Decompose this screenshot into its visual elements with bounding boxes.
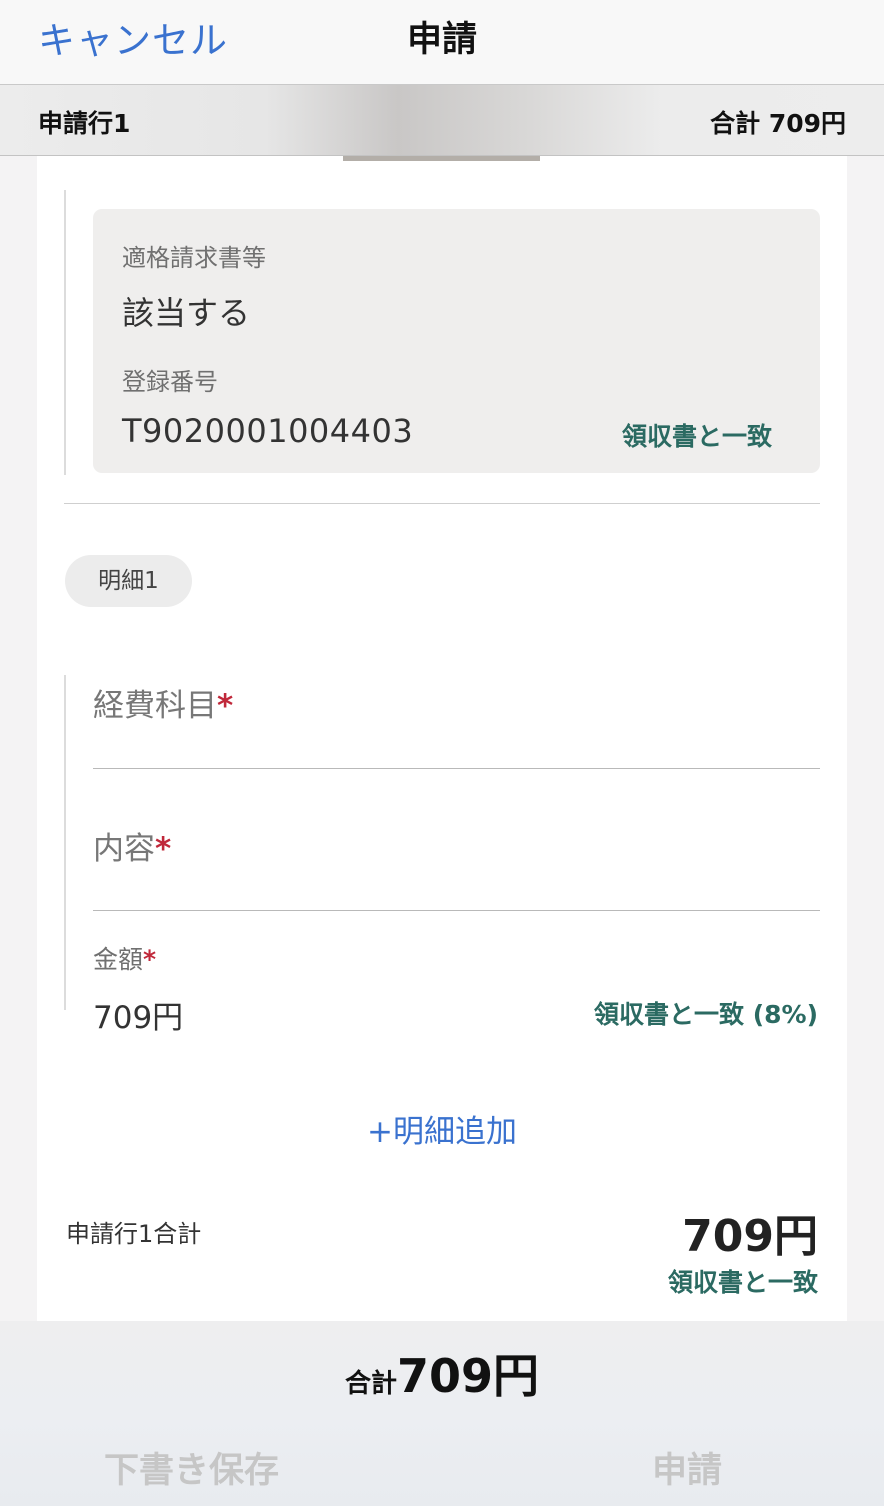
content-underline xyxy=(93,910,820,911)
add-detail-button[interactable]: +明細追加 xyxy=(0,1106,884,1151)
line-subtotal-value: 709円 xyxy=(682,1211,818,1262)
amount-field-label: 金額* xyxy=(93,940,156,976)
line-subtotal-status: 領収書と一致 xyxy=(667,1268,818,1297)
expense-account-label: 経費科目 xyxy=(93,688,217,724)
page-title: 申請 xyxy=(406,20,477,60)
registration-match-status: 領収書と一致 xyxy=(622,422,773,451)
submit-button[interactable]: 申請 xyxy=(652,1442,722,1493)
amount-match-status: 領収書と一致 (8%) xyxy=(594,1000,818,1029)
amount-label: 金額 xyxy=(93,945,144,974)
required-mark: * xyxy=(217,688,234,724)
detail-badge: 明細1 xyxy=(65,555,192,607)
qualified-invoice-label: 適格請求書等 xyxy=(122,244,266,272)
line-header-title: 申請行1 xyxy=(38,109,131,138)
qualified-invoice-value: 該当する xyxy=(122,294,251,332)
section-rule xyxy=(64,190,66,475)
required-mark: * xyxy=(143,945,157,974)
nav-bar: キャンセル 申請 xyxy=(0,0,884,85)
content-label: 内容 xyxy=(93,831,155,867)
grand-total-value: 709円 xyxy=(396,1349,540,1403)
registration-number-value: T9020001004403 xyxy=(122,412,414,450)
line-header: 申請行1 合計 709円 xyxy=(0,85,884,156)
grand-total: 合計709円 xyxy=(0,1340,884,1406)
amount-input[interactable]: 709円 xyxy=(93,992,183,1037)
expense-account-underline xyxy=(93,768,820,769)
save-draft-button[interactable]: 下書き保存 xyxy=(104,1442,279,1493)
content-field[interactable]: 内容* xyxy=(93,823,171,868)
registration-number-label: 登録番号 xyxy=(122,368,218,396)
line-header-total: 合計 709円 xyxy=(710,109,846,138)
required-mark: * xyxy=(155,831,172,867)
section-divider xyxy=(64,503,820,504)
grand-total-label: 合計 xyxy=(344,1369,397,1399)
detail-rule xyxy=(64,675,66,1010)
receipt-image-edge xyxy=(343,156,540,161)
expense-account-field[interactable]: 経費科目* xyxy=(93,680,233,725)
line-subtotal-label: 申請行1合計 xyxy=(66,1220,202,1248)
